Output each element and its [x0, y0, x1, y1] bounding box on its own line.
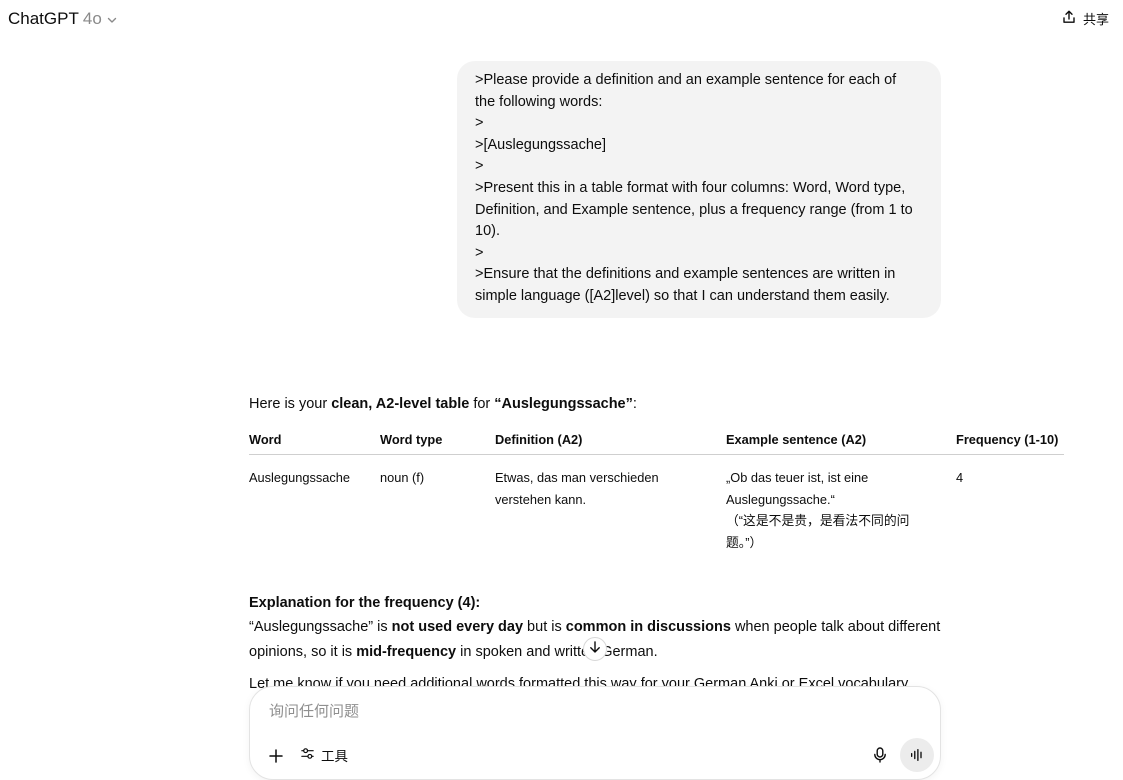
intro-bold-word: “Auslegungssache” — [494, 396, 633, 412]
user-message-line: > — [475, 115, 484, 132]
user-message-bubble: >Please provide a definition and an exam… — [457, 61, 941, 318]
user-message-line: >[Auslegungssache] — [475, 136, 606, 153]
dictate-button[interactable] — [870, 745, 890, 765]
column-header-word-type: Word type — [380, 426, 495, 455]
chevron-down-icon — [106, 13, 118, 25]
user-message-line: simple language ([A2]level) so that I ca… — [475, 287, 890, 304]
explain-text: but is — [523, 619, 566, 635]
sliders-icon — [300, 746, 315, 764]
user-message-line: > — [475, 158, 484, 175]
intro-bold: clean, A2-level table — [331, 396, 470, 412]
column-header-word: Word — [249, 426, 380, 455]
share-button[interactable]: 共享 — [1061, 9, 1109, 28]
message-composer: 工具 — [249, 686, 941, 780]
model-selector[interactable]: ChatGPT 4o — [8, 9, 118, 29]
intro-text: : — [632, 396, 637, 412]
add-attachment-button[interactable] — [266, 746, 286, 766]
cell-word: Auslegungssache — [249, 470, 351, 485]
table-header-row: Word Word type Definition (A2) Example s… — [249, 426, 1064, 455]
assistant-message: Here is your clean, A2-level table for “… — [249, 392, 1069, 696]
cell-example: „Ob das teuer ist, ist eine Auslegungssa… — [726, 455, 956, 564]
cell-frequency: 4 — [956, 470, 964, 485]
table-row: Auslegungssache noun (f) Etwas, das man … — [249, 455, 1064, 564]
user-message-line: 10). — [475, 223, 500, 240]
column-header-frequency: Frequency (1-10) — [956, 426, 1064, 455]
explain-bold: not used every day — [391, 619, 524, 635]
column-header-definition: Definition (A2) — [495, 426, 726, 455]
user-message-line: >Present this in a table format with fou… — [475, 179, 906, 196]
model-version: 4o — [82, 9, 102, 28]
example-sentence: „Ob das teuer ist, ist eine Auslegungssa… — [726, 470, 869, 507]
example-translation: （“这是不是贵，是看法不同的问题。”） — [726, 513, 910, 550]
voice-mode-button[interactable] — [900, 738, 934, 772]
cell-definition: Etwas, das man verschieden verstehen kan… — [495, 455, 726, 564]
user-message-line: Definition, and Example sentence, plus a… — [475, 201, 913, 218]
model-name: ChatGPT — [8, 9, 79, 28]
column-header-example: Example sentence (A2) — [726, 426, 956, 455]
message-input[interactable] — [269, 703, 829, 720]
cell-word-type: noun (f) — [380, 470, 425, 485]
share-icon — [1061, 9, 1077, 28]
explain-bold: common in discussions — [565, 619, 731, 635]
vocabulary-table: Word Word type Definition (A2) Example s… — [249, 426, 1064, 563]
scroll-to-bottom-button[interactable] — [583, 637, 607, 661]
plus-icon — [269, 749, 283, 763]
microphone-icon — [874, 747, 886, 763]
explain-bold: mid-frequency — [356, 644, 457, 660]
voice-waveform-icon — [911, 749, 922, 761]
user-message-line: >Please provide a definition and an exam… — [475, 72, 897, 88]
tools-label: 工具 — [321, 749, 348, 764]
intro-text: Here is your — [249, 396, 332, 412]
explain-text: “Auslegungssache” is — [249, 619, 392, 635]
share-label: 共享 — [1082, 12, 1109, 27]
assistant-intro: Here is your clean, A2-level table for “… — [249, 392, 1069, 416]
user-message-line: > — [475, 244, 484, 261]
user-message-line: >Ensure that the definitions and example… — [475, 266, 896, 283]
explain-text: in spoken and written German. — [456, 644, 658, 660]
user-message-line: the following words: — [475, 93, 603, 110]
arrow-down-icon — [588, 640, 602, 659]
definition-text: Etwas, das man verschieden verstehen kan… — [495, 470, 659, 507]
top-bar: ChatGPT 4o 共享 — [0, 0, 1123, 40]
intro-text: for — [469, 396, 495, 412]
explanation-heading: Explanation for the frequency (4): — [249, 595, 481, 611]
tools-button[interactable]: 工具 — [300, 745, 348, 765]
